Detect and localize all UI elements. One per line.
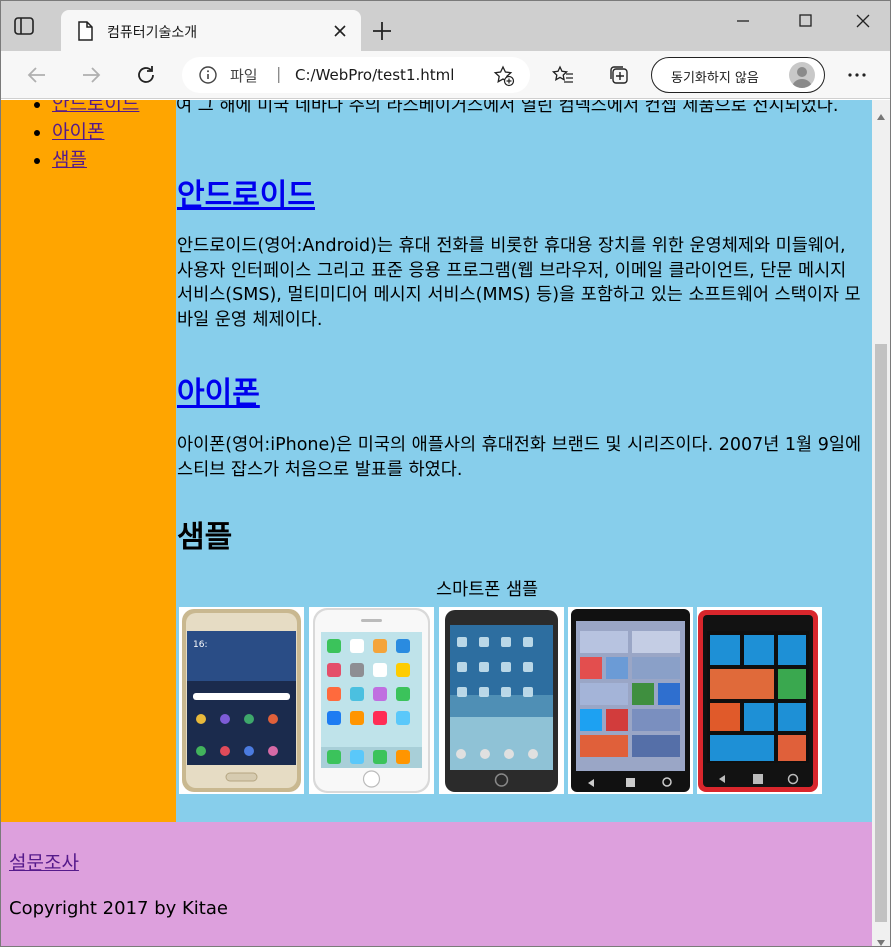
iphone-paragraph: 아이폰(영어:iPhone)은 미국의 애플사의 휴대전화 브랜드 및 시리즈이… [177, 435, 862, 480]
forward-arrow-icon[interactable] [79, 63, 103, 87]
sync-label: 동기화하지 않음 [671, 71, 759, 86]
phone-image-android [439, 607, 564, 794]
phone-image-iphone [309, 607, 434, 794]
back-arrow-icon[interactable] [25, 63, 49, 87]
tab-title: 컴퓨터기술소개 [107, 25, 198, 41]
sidebar-link-android[interactable]: 안드로이드 [52, 100, 139, 115]
survey-link[interactable]: 설문조사 [9, 848, 79, 875]
sidebar-list: 안드로이드 아이폰 샘플 [52, 100, 139, 174]
address-bar[interactable]: 파일 | C:/WebPro/test1.html [182, 57, 530, 93]
browser-toolbar: 파일 | C:/WebPro/test1.html 동기화하지 않음 [1, 51, 890, 99]
svg-text:16:: 16: [193, 640, 207, 650]
sidebar-nav: 안드로이드 아이폰 샘플 [1, 100, 176, 822]
copyright-text: Copyright 2017 by Kitae [9, 898, 228, 919]
tab-actions-icon[interactable] [13, 15, 35, 37]
vertical-scrollbar[interactable] [872, 100, 890, 946]
android-heading-link[interactable]: 안드로이드 [177, 178, 315, 213]
sample-heading: 샘플 [177, 520, 233, 555]
phones-caption: 스마트폰 샘플 [436, 580, 539, 600]
browser-window: 컴퓨터기술소개 파일 | C:/WebPro/test1.html 동기화하지 … [0, 0, 891, 947]
sidebar-item-sample: 샘플 [52, 146, 139, 174]
window-close-icon[interactable] [849, 9, 877, 37]
scroll-thumb[interactable] [875, 344, 887, 922]
scroll-down-arrow-icon[interactable] [876, 932, 886, 946]
refresh-icon[interactable] [134, 63, 158, 87]
phone-image-lumia [697, 607, 822, 794]
favorites-icon[interactable] [551, 63, 575, 87]
sidebar-link-iphone[interactable]: 아이폰 [52, 121, 104, 143]
new-tab-icon[interactable] [371, 20, 393, 42]
address-separator: | [276, 64, 282, 83]
minimize-icon[interactable] [729, 9, 757, 37]
iphone-heading: 아이폰 [177, 368, 260, 412]
intro-paragraph: 여 그 해에 미국 네바다 주의 라스베이거스에서 열린 컴덱스에서 컨셉 제품… [176, 100, 839, 116]
android-heading: 안드로이드 [177, 170, 315, 214]
sync-profile-button[interactable]: 동기화하지 않음 [651, 57, 825, 93]
android-paragraph: 안드로이드(영어:Android)는 휴대 전화를 비롯한 휴대용 장치를 위한… [177, 236, 861, 330]
sidebar-link-sample[interactable]: 샘플 [52, 149, 87, 171]
phones-gallery: 16: [179, 607, 824, 794]
iphone-heading-link[interactable]: 아이폰 [177, 376, 260, 411]
address-url[interactable]: C:/WebPro/test1.html [295, 66, 454, 84]
scroll-up-arrow-icon[interactable] [876, 106, 886, 120]
avatar [789, 62, 815, 88]
tab-close-icon[interactable] [331, 22, 349, 40]
add-favorite-icon[interactable] [493, 65, 515, 87]
address-scheme-label: 파일 [230, 67, 258, 85]
phone-image-windows [568, 607, 693, 794]
active-tab[interactable]: 컴퓨터기술소개 [61, 10, 361, 51]
maximize-icon[interactable] [791, 9, 819, 37]
more-menu-icon[interactable] [845, 63, 869, 87]
info-icon[interactable] [199, 66, 217, 84]
sidebar-item-android: 안드로이드 [52, 100, 139, 118]
document-icon [77, 21, 93, 41]
page-viewport: 안드로이드 아이폰 샘플 여 그 해에 미국 네바다 주의 라스베이거스에서 열… [1, 100, 872, 946]
phone-image-galaxy: 16: [179, 607, 304, 794]
collections-icon[interactable] [607, 63, 631, 87]
sidebar-item-iphone: 아이폰 [52, 118, 139, 146]
page-footer: 설문조사 Copyright 2017 by Kitae [1, 822, 872, 946]
main-content: 여 그 해에 미국 네바다 주의 라스베이거스에서 열린 컴덱스에서 컨셉 제품… [176, 100, 872, 822]
title-bar: 컴퓨터기술소개 [1, 1, 890, 51]
